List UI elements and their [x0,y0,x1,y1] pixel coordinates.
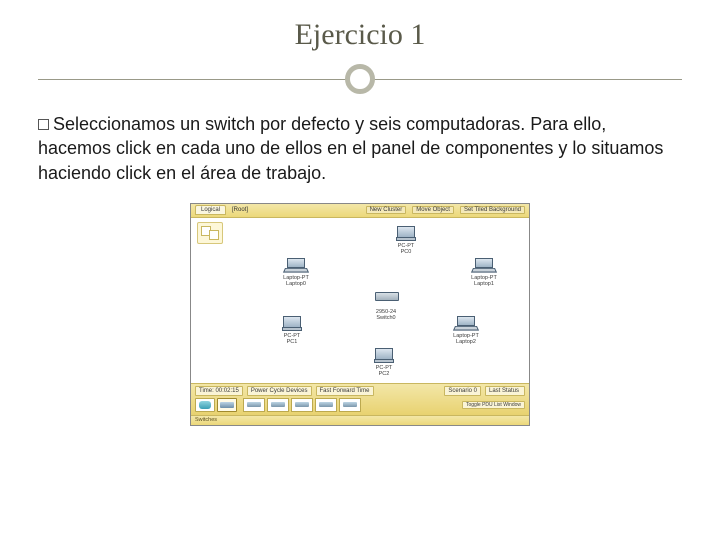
laptop-icon [455,316,477,332]
device-laptop2[interactable]: Laptop-PT Laptop2 [443,316,489,345]
title-divider [38,62,682,96]
laptop-icon [285,258,307,274]
tab-logical[interactable]: Logical [195,205,226,215]
pc-icon [395,226,417,242]
device-thumb[interactable] [315,398,337,412]
workspace[interactable]: PC-PT PC0 Laptop-PT Laptop0 Laptop-PT La… [191,218,529,383]
figure-bottombar: Time: 00:02:15 Power Cycle Devices Fast … [191,383,529,415]
category-switches-icon[interactable] [217,398,237,412]
slide-title: Ejercicio 1 [38,18,682,52]
move-object-button[interactable]: Move Object [412,206,454,214]
set-background-button[interactable]: Set Tiled Background [460,206,525,214]
device-pc0[interactable]: PC-PT PC0 [383,226,429,255]
device-thumb[interactable] [243,398,265,412]
navigation-icon[interactable] [197,222,223,244]
device-laptop1[interactable]: Laptop-PT Laptop1 [461,258,507,287]
device-pc2[interactable]: PC-PT PC2 [361,348,407,377]
device-pc1[interactable]: PC-PT PC1 [269,316,315,345]
laptop-icon [473,258,495,274]
device-thumb[interactable] [291,398,313,412]
last-status-label: Last Status [485,386,525,396]
bullet-icon [38,119,49,130]
device-thumb[interactable] [267,398,289,412]
body-text: Seleccionamos un switch por defecto y se… [38,114,663,183]
category-label: Switches [195,417,217,423]
device-thumbs [243,398,361,412]
device-thumb[interactable] [339,398,361,412]
device-switch0[interactable]: 2950-24 Switch0 [363,288,409,321]
fast-forward-button[interactable]: Fast Forward Time [316,386,374,396]
new-cluster-button[interactable]: New Cluster [366,206,407,214]
category-routers-icon[interactable] [195,398,215,412]
divider-circle-icon [345,64,375,94]
device-laptop0[interactable]: Laptop-PT Laptop0 [273,258,319,287]
scenario-select[interactable]: Scenario 0 [444,386,481,396]
packet-tracer-figure: Logical [Root] New Cluster Move Object S… [190,203,530,426]
power-cycle-button[interactable]: Power Cycle Devices [247,386,312,396]
slide-body: Seleccionamos un switch por defecto y se… [38,112,682,185]
figure-topbar: Logical [Root] New Cluster Move Object S… [191,204,529,218]
pc-icon [281,316,303,332]
time-display: Time: 00:02:15 [195,386,243,396]
category-caption: Switches [191,415,529,425]
breadcrumb-root[interactable]: [Root] [232,207,248,213]
toggle-pdu-button[interactable]: Toggle PDU List Window [462,401,525,409]
pc-icon [373,348,395,364]
slide: Ejercicio 1 Seleccionamos un switch por … [0,0,720,540]
switch-icon [375,292,397,308]
